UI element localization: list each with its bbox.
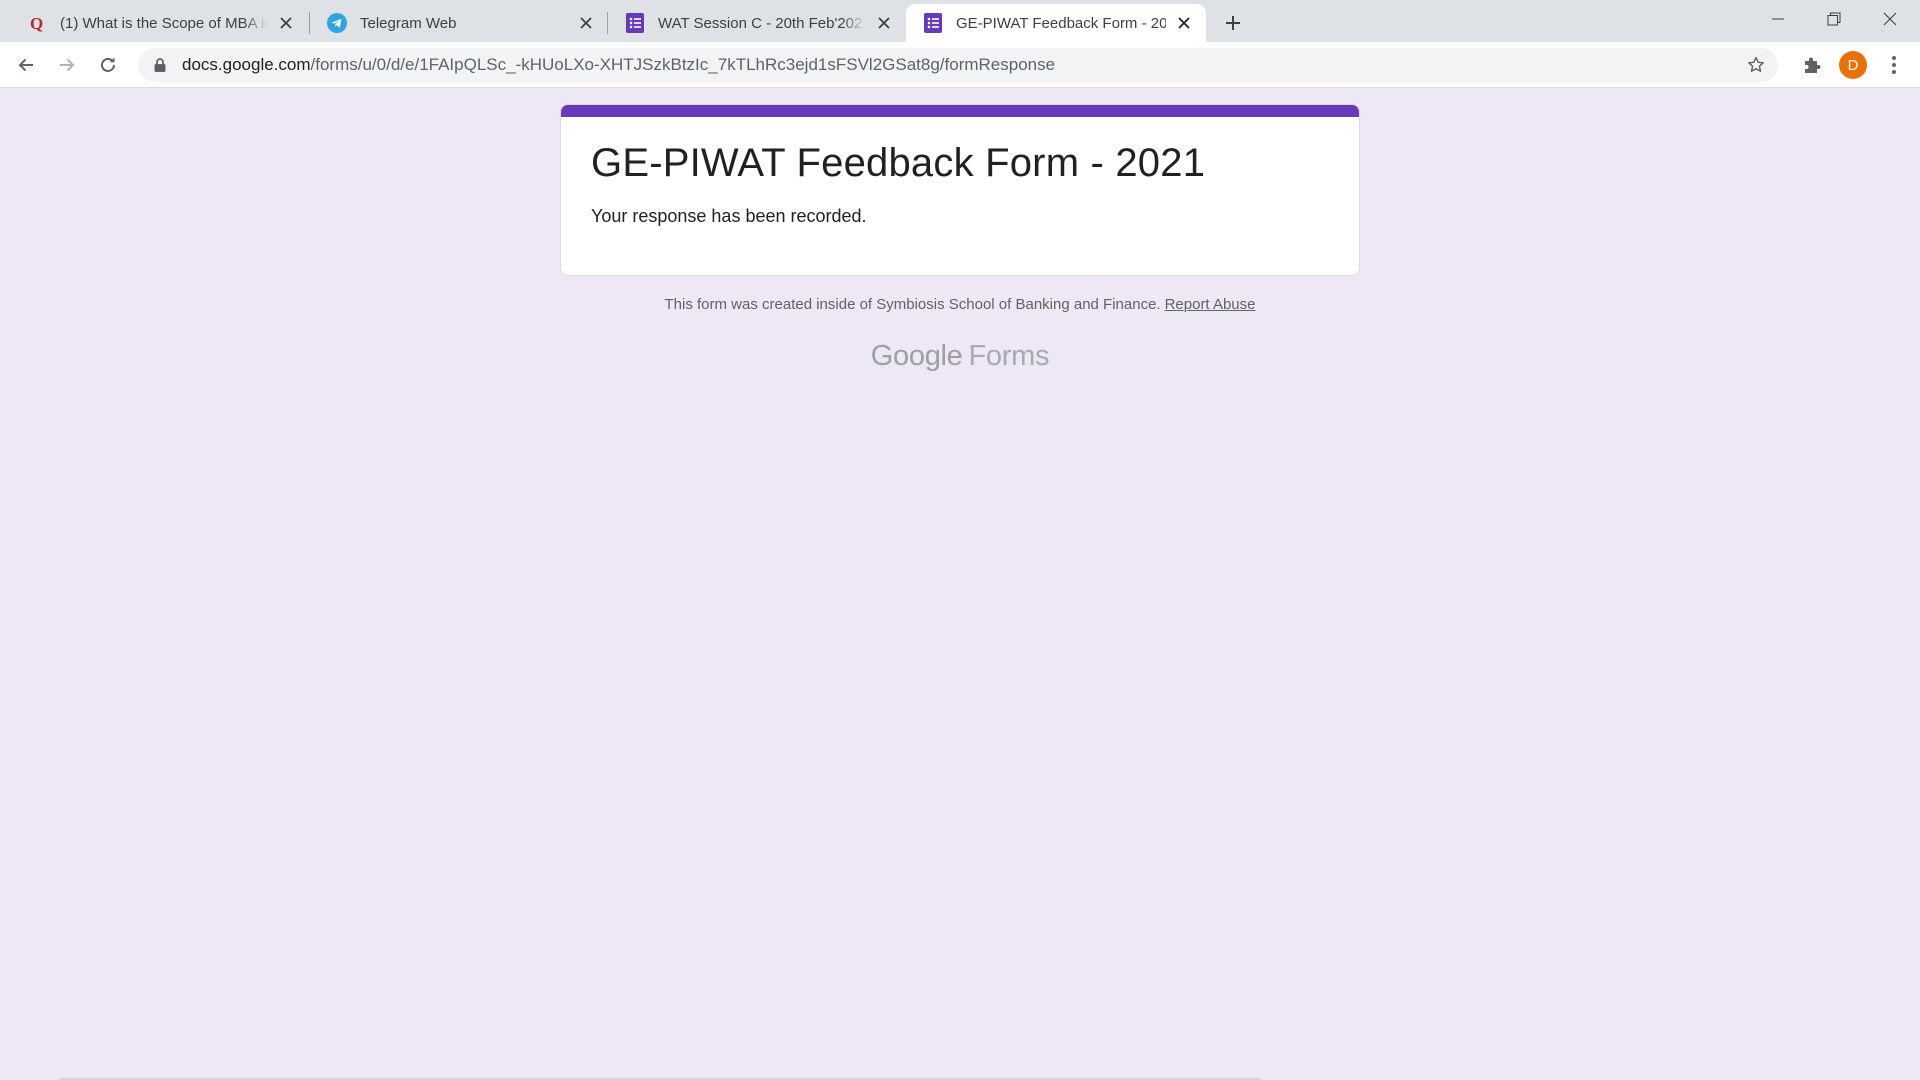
tab-title: WAT Session C - 20th Feb'2021 [658,14,866,32]
close-icon [1883,12,1897,26]
browser-toolbar: docs.google.com/forms/u/0/d/e/1FAIpQLSc_… [0,42,1920,88]
telegram-icon [326,12,348,34]
form-title: GE-PIWAT Feedback Form - 2021 [591,141,1206,185]
tab-quora[interactable]: Q (1) What is the Scope of MBA in I [10,4,308,42]
svg-text:Q: Q [30,14,43,32]
minimize-icon [1772,18,1784,20]
url-host: docs.google.com [182,55,311,74]
profile-avatar[interactable]: D [1839,51,1867,79]
back-button[interactable] [10,49,42,81]
confirmation-message: Your response has been recorded. [591,206,867,226]
reload-icon [101,57,115,72]
form-accent-bar [561,105,1359,117]
tab-title: Telegram Web [360,14,457,32]
arrow-left-icon [18,58,33,72]
tab-strip: Q (1) What is the Scope of MBA in I Tele… [0,0,1920,42]
tab-feedback-form[interactable]: GE-PIWAT Feedback Form - 2021 [906,4,1206,42]
tab-title: GE-PIWAT Feedback Form - 2021 [956,14,1166,32]
address-bar[interactable]: docs.google.com/forms/u/0/d/e/1FAIpQLSc_… [138,48,1778,82]
footer-note-text: This form was created inside of Symbiosi… [664,296,1161,313]
restore-button[interactable] [1806,0,1862,38]
new-tab-button[interactable] [1218,8,1248,38]
puzzle-icon [1805,57,1821,73]
tab-telegram[interactable]: Telegram Web [310,4,608,42]
close-window-button[interactable] [1862,0,1918,38]
brand-forms: Forms [968,340,1050,372]
tab-title: (1) What is the Scope of MBA in I [60,14,268,32]
forms-icon [624,12,646,34]
form-footer: This form was created inside of Symbiosi… [0,296,1920,313]
minimize-button[interactable] [1750,0,1806,38]
bookmark-star-icon[interactable] [1746,55,1766,75]
form-confirmation-card: GE-PIWAT Feedback Form - 2021 Your respo… [560,104,1360,276]
url-text: docs.google.com/forms/u/0/d/e/1FAIpQLSc_… [182,55,1055,75]
forms-icon [922,12,944,34]
browser-menu-button[interactable] [1878,49,1910,81]
report-abuse-link[interactable]: Report Abuse [1165,296,1256,313]
restore-icon [1827,12,1841,26]
quora-icon: Q [26,12,48,34]
close-icon[interactable] [1174,13,1194,33]
close-icon[interactable] [874,13,894,33]
brand-google: Google [870,340,963,372]
google-forms-logo[interactable]: Google Forms [0,340,1920,373]
close-icon[interactable] [276,13,296,33]
forward-button[interactable] [51,49,83,81]
more-vertical-icon [1892,56,1896,74]
tab-wat-session[interactable]: WAT Session C - 20th Feb'2021 [608,4,906,42]
plus-icon [1226,16,1240,30]
close-icon[interactable] [576,13,596,33]
reload-button[interactable] [92,49,124,81]
arrow-right-icon [60,58,75,72]
lock-icon [152,57,168,73]
url-path: /forms/u/0/d/e/1FAIpQLSc_-kHUoLXo-XHTJSz… [310,55,1056,74]
extensions-button[interactable] [1796,49,1828,81]
